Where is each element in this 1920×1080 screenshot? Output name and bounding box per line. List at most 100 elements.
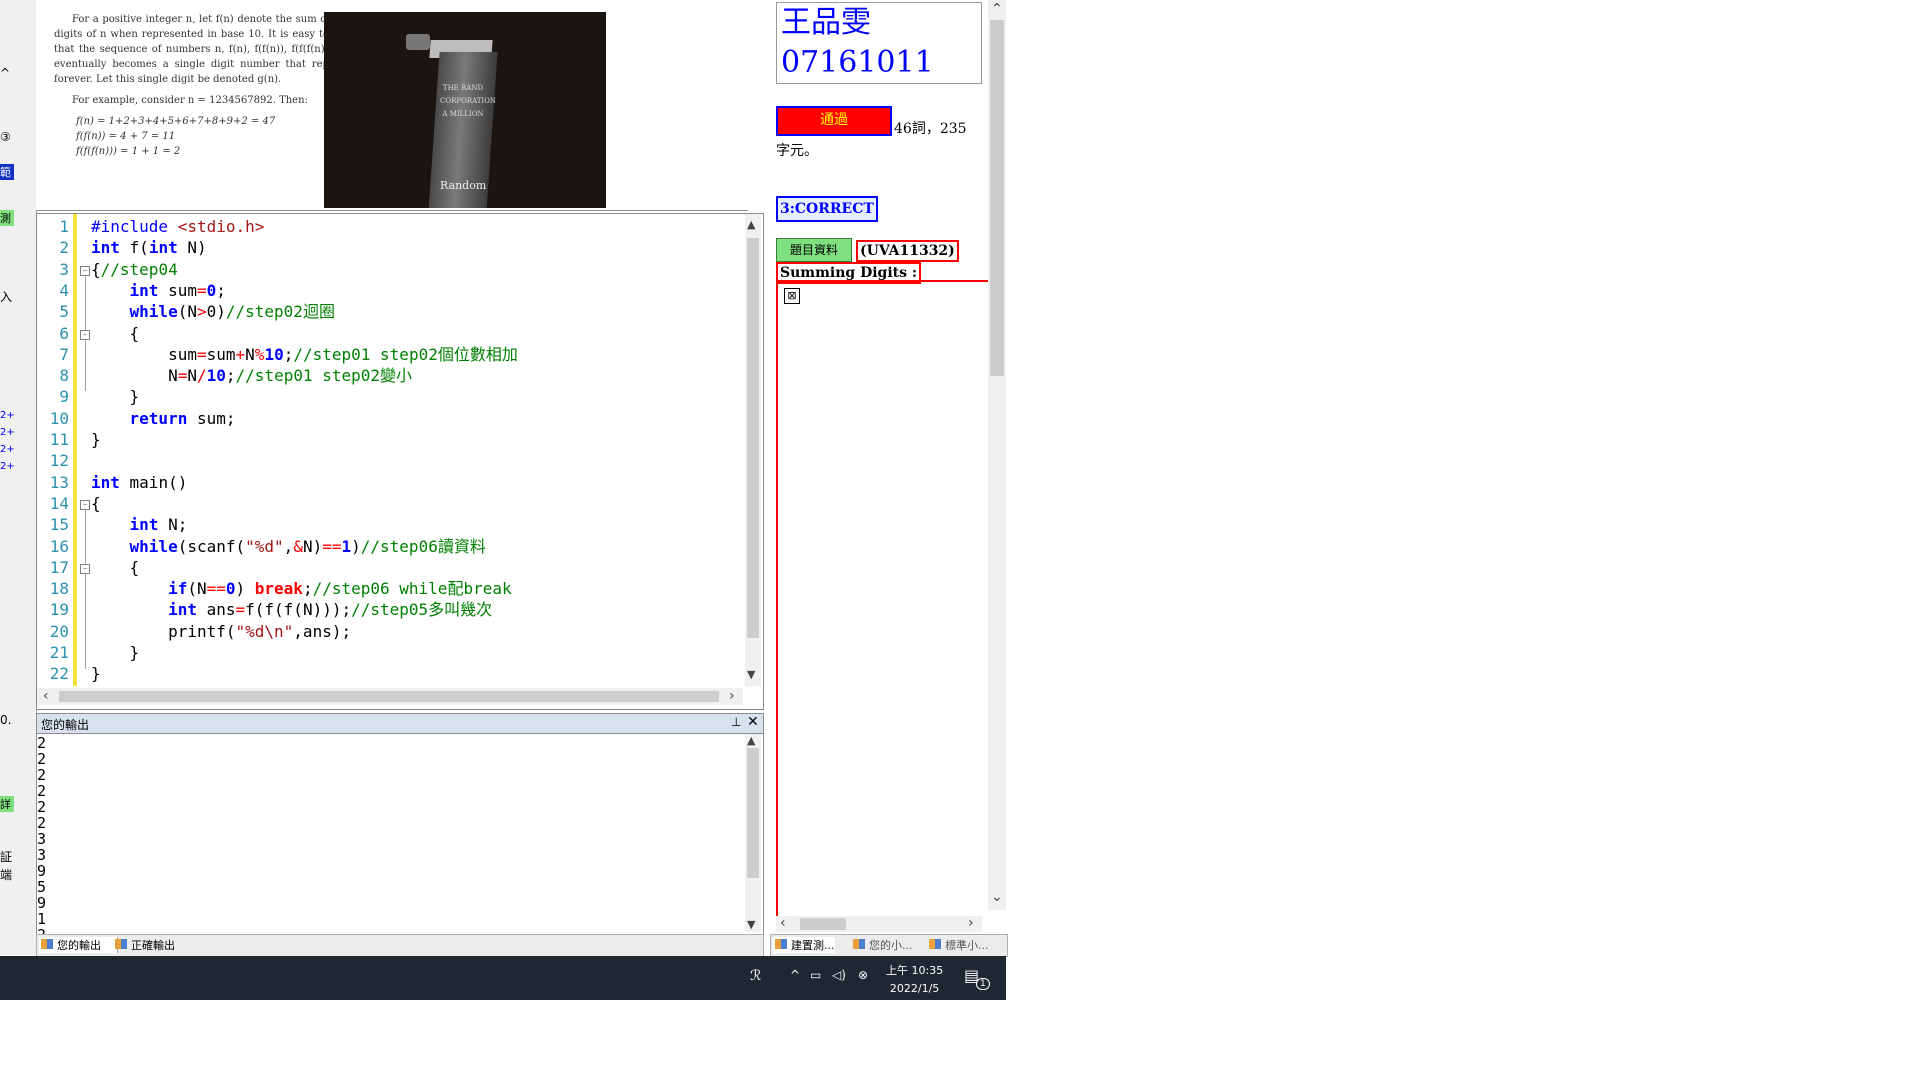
code-line-21[interactable]: } — [91, 642, 140, 663]
fold-toggle-icon[interactable]: − — [80, 500, 90, 510]
scroll-down-icon[interactable]: ▼ — [747, 918, 755, 932]
code-line-5[interactable]: while(N>0)//step02迴圈 — [91, 301, 335, 322]
code-line-2[interactable]: int f(int N) — [91, 237, 207, 258]
line-number: 14 — [49, 493, 69, 513]
scroll-up-icon[interactable]: ▲ — [747, 218, 755, 232]
fold-toggle-icon[interactable]: − — [80, 564, 90, 574]
volume-icon[interactable]: ◁) — [832, 968, 846, 982]
output-pane-title: 您的輸出 — [41, 718, 90, 732]
status-x-icon[interactable]: ⊗ — [858, 968, 868, 982]
close-icon[interactable]: ✕ — [747, 714, 759, 730]
editor-hscroll-thumb[interactable] — [59, 691, 719, 702]
tab-your-output[interactable]: 您的輸出 — [39, 937, 118, 953]
code-line-22[interactable]: } — [91, 663, 101, 684]
scroll-up-icon[interactable]: ▲ — [747, 734, 755, 748]
student-id: 07161011 — [781, 45, 934, 80]
tab-correct-output[interactable]: 正確輸出 — [113, 937, 175, 953]
code-editor[interactable]: 1 2 3 4 5 6 7 8 9 10 11 12 13 14 15 16 1… — [36, 213, 764, 710]
code-line-13[interactable]: int main() — [91, 472, 187, 493]
code-line-1[interactable]: #include <stdio.h> — [91, 216, 264, 237]
scroll-right-icon[interactable]: › — [729, 689, 735, 703]
tab-build-test[interactable]: 建置測... — [773, 937, 835, 953]
output-pane-header: 您的輸出 ⊥ ✕ — [36, 713, 764, 734]
scroll-left-icon[interactable]: ‹ — [43, 689, 49, 703]
left-strip-item-7: 2+ — [0, 444, 15, 455]
code-line-19[interactable]: int ans=f(f(f(N)));//step05多叫幾次 — [91, 599, 492, 620]
code-line-9[interactable]: } — [91, 386, 140, 407]
code-line-7[interactable]: sum=sum+N%10;//step01 step02個位數相加 — [91, 344, 518, 365]
code-line-15[interactable]: int N; — [91, 514, 188, 535]
output-line: 2 — [37, 766, 47, 784]
code-line-17[interactable]: { — [91, 557, 140, 578]
tab-label: 您的小... — [869, 939, 913, 952]
comment: //step06讀資料 — [360, 536, 486, 556]
clock-date: 2022/1/5 — [889, 982, 940, 995]
line-number: 11 — [49, 430, 69, 449]
fold-toggle-icon[interactable]: − — [80, 266, 90, 276]
student-name: 王品雯 — [781, 5, 871, 40]
line-number-gutter: 1 2 3 4 5 6 7 8 9 10 11 12 13 14 15 16 1… — [37, 214, 73, 686]
output-scroll-thumb[interactable] — [747, 748, 759, 878]
network-icon[interactable]: ▭ — [810, 968, 821, 982]
people-icon[interactable]: ℛ — [750, 968, 761, 984]
line-number: 19 — [49, 600, 69, 620]
output-line: 3 — [37, 846, 47, 864]
scroll-up-icon[interactable]: ⌃ — [991, 2, 1003, 16]
tab-standard-small[interactable]: 標準小... — [927, 937, 989, 953]
line-number: 3 — [59, 259, 69, 279]
problem-equation-3: f(f(f(n))) = 1 + 1 = 2 — [76, 146, 181, 157]
line-number: 16 — [49, 536, 69, 556]
left-strip-item-9: 0. — [0, 713, 12, 727]
book-text-3: A MILLION — [442, 110, 484, 118]
line-number: 15 — [49, 515, 69, 535]
code-line-16[interactable]: while(scanf("%d",&N)==1)//step06讀資料 — [91, 536, 486, 557]
left-strip-arrow-icon[interactable]: ^ — [0, 66, 10, 80]
tab-label: 建置測... — [791, 939, 835, 952]
code-line-6[interactable]: { — [91, 323, 140, 344]
right-scroll-thumb[interactable] — [990, 20, 1004, 376]
scroll-down-icon[interactable]: ▼ — [747, 668, 755, 682]
code-line-8[interactable]: N=N/10;//step01 step02變小 — [91, 365, 412, 386]
right-hscroll-thumb[interactable] — [800, 918, 846, 930]
scroll-down-icon[interactable]: ⌄ — [991, 890, 1003, 904]
correct-result-link[interactable]: 3:CORRECT — [776, 196, 878, 222]
fold-toggle-icon[interactable]: − — [80, 330, 90, 340]
code-line-20[interactable]: printf("%d\n",ans); — [91, 621, 351, 642]
chevron-up-icon[interactable]: ^ — [790, 968, 800, 982]
pin-icon[interactable]: ⊥ — [731, 715, 741, 729]
problem-statement-pane: For a positive integer n, let f(n) denot… — [36, 0, 748, 211]
problem-paragraph-1: For a positive integer n, let f(n) denot… — [54, 14, 350, 85]
code-line-11[interactable]: } — [91, 429, 101, 450]
line-number: 22 — [49, 664, 69, 684]
code-line-10[interactable]: return sum; — [91, 408, 236, 429]
scroll-left-icon[interactable]: ‹ — [780, 916, 786, 930]
code-line-3[interactable]: {//step04 — [91, 259, 178, 280]
problem-equation-1: f(n) = 1+2+3+4+5+6+7+8+9+2 = 47 — [76, 116, 276, 127]
comment: //step05多叫幾次 — [351, 600, 493, 620]
left-strip-item-2[interactable]: 範 — [0, 164, 14, 180]
divider-vertical — [776, 280, 778, 916]
code-line-14[interactable]: { — [91, 493, 101, 514]
left-strip-item-4: 入 — [0, 290, 13, 304]
problem-equation-2: f(f(n)) = 4 + 7 = 11 — [76, 131, 176, 142]
output-pane[interactable]: 2 2 2 2 2 2 3 3 9 5 9 1 2 ▲ ▼ — [36, 733, 764, 943]
comment: //step02迴圈 — [225, 302, 335, 322]
editor-scroll-thumb[interactable] — [747, 238, 759, 638]
clock[interactable]: 上午 10:35 2022/1/5 — [886, 962, 943, 998]
output-line: 2 — [37, 814, 47, 832]
left-strip-item-1[interactable]: ③ — [0, 130, 11, 144]
left-strip-item-3[interactable]: 測 — [0, 210, 14, 226]
code-line-18[interactable]: if(N==0) break;//step06 while配break — [91, 578, 512, 599]
tab-your-small[interactable]: 您的小... — [851, 937, 913, 953]
comment: //step01 step02個位數相加 — [293, 344, 518, 364]
line-number: 20 — [49, 621, 69, 641]
code-line-4[interactable]: int sum=0; — [91, 280, 226, 301]
left-strip-item-10[interactable]: 詳 — [0, 796, 14, 812]
word-count-info: 46詞，235 — [894, 121, 967, 137]
line-number: 13 — [49, 472, 69, 492]
problem-info-button[interactable]: 題目資料 — [776, 238, 852, 262]
output-tabs: 您的輸出 正確輸出 — [36, 934, 764, 957]
scroll-right-icon[interactable]: › — [968, 916, 974, 930]
line-number: 1 — [59, 217, 69, 236]
tab-label: 正確輸出 — [131, 939, 175, 952]
